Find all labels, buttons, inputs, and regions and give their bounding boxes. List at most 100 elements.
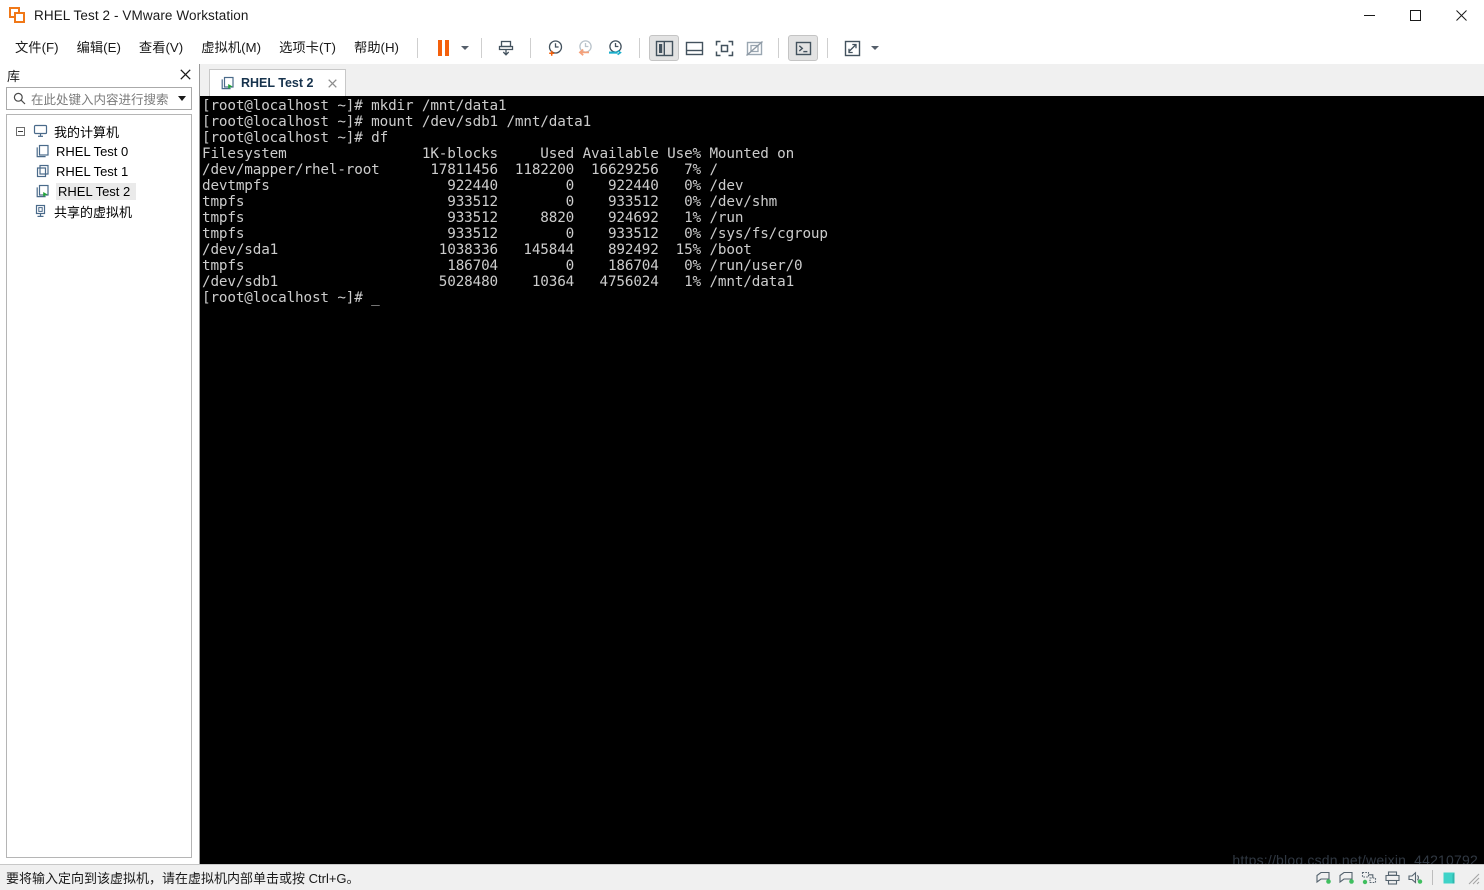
tree-item-label: RHEL Test 1 — [56, 163, 129, 179]
status-sound-card-icon[interactable] — [1407, 870, 1424, 886]
terminal-line: /dev/sda1 1038336 145844 892492 15% /boo… — [202, 242, 752, 258]
close-icon[interactable] — [177, 66, 193, 82]
close-icon[interactable] — [325, 76, 339, 90]
status-network-adapter-icon[interactable] — [1361, 870, 1378, 886]
fit-disabled-icon — [745, 40, 763, 56]
fit-guest-now-button[interactable] — [739, 35, 769, 61]
layout-bottom-icon — [685, 41, 703, 55]
vm-console-screen[interactable]: [root@localhost ~]# mkdir /mnt/data1 [ro… — [200, 96, 1484, 864]
minimize-button[interactable] — [1346, 0, 1392, 31]
vm-stack-icon — [33, 163, 51, 179]
snapshot-manager-icon — [498, 40, 514, 56]
vm-icon — [33, 143, 51, 159]
snapshot-add-icon — [548, 40, 563, 56]
status-bar: 要将输入定向到该虚拟机，请在虚拟机内部单击或按 Ctrl+G。 — [0, 864, 1484, 890]
tree-item-rhel-test-0[interactable]: RHEL Test 0 — [7, 141, 191, 161]
status-hard-disk-1-icon[interactable] — [1315, 870, 1332, 886]
tree-item-my-computer[interactable]: 我的计算机 — [7, 121, 191, 141]
console-icon — [795, 41, 811, 55]
toolbar-separator — [481, 38, 482, 58]
vm-running-icon — [219, 76, 235, 90]
show-thumbnail-bar-button[interactable] — [679, 35, 709, 61]
fit-window-icon — [715, 40, 733, 56]
maximize-button[interactable] — [1392, 0, 1438, 31]
vm-tree: 我的计算机 RHEL Test 0 RHEL Test 1 RHEL Test … — [6, 114, 192, 858]
status-hard-disk-2-icon[interactable] — [1338, 870, 1355, 886]
terminal-line: tmpfs 933512 0 933512 0% /sys/fs/cgroup — [202, 226, 828, 242]
search-icon — [7, 92, 31, 105]
console-view-button[interactable] — [788, 35, 818, 61]
vm-pane: RHEL Test 2 [root@localhost ~]# mkdir /m… — [200, 64, 1484, 864]
library-title: 库 — [7, 68, 21, 84]
toolbar-separator — [530, 38, 531, 58]
tree-expander-icon[interactable] — [16, 126, 25, 136]
shared-vm-icon — [31, 203, 49, 219]
snapshot-settings-icon — [609, 40, 622, 56]
menu-file[interactable]: 文件(F) — [6, 35, 68, 61]
toolbar-separator — [639, 38, 640, 58]
menu-help[interactable]: 帮助(H) — [345, 35, 408, 61]
main-split: 库 在此处键入内容进行搜索 我的计算机 RHEL Test 0 RHEL Tes… — [0, 64, 1484, 864]
terminal-line: /dev/sdb1 5028480 10364 4756024 1% /mnt/… — [202, 274, 795, 290]
library-header: 库 — [0, 64, 199, 86]
resize-grip[interactable] — [1466, 871, 1480, 885]
toolbar-separator — [778, 38, 779, 58]
tab-label: RHEL Test 2 — [241, 76, 314, 90]
pause-icon — [437, 40, 449, 56]
menu-edit[interactable]: 编辑(E) — [68, 35, 130, 61]
terminal-line: [root@localhost ~]# mkdir /mnt/data1 — [202, 98, 507, 114]
menu-view[interactable]: 查看(V) — [130, 35, 192, 61]
terminal-line: devtmpfs 922440 0 922440 0% /dev — [202, 178, 744, 194]
revert-snapshot-button[interactable] — [570, 35, 600, 61]
tree-item-label: 共享的虚拟机 — [54, 204, 133, 220]
window-title: RHEL Test 2 - VMware Workstation — [34, 8, 249, 23]
terminal-line: [root@localhost ~]# df — [202, 130, 389, 146]
title-bar: RHEL Test 2 - VMware Workstation — [0, 0, 1484, 32]
snapshot-revert-icon — [578, 40, 592, 56]
tree-item-rhel-test-1[interactable]: RHEL Test 1 — [7, 161, 191, 181]
terminal-output: [root@localhost ~]# mkdir /mnt/data1 [ro… — [202, 98, 1484, 306]
window-controls — [1346, 0, 1484, 31]
status-display-icon[interactable] — [1441, 870, 1458, 886]
tree-item-shared-vms[interactable]: 共享的虚拟机 — [7, 201, 191, 221]
vmware-logo-icon — [9, 7, 26, 24]
suspend-button[interactable] — [427, 35, 457, 61]
expand-arrows-icon — [844, 40, 860, 56]
terminal-prompt-line: [root@localhost ~]# _ — [202, 290, 380, 306]
status-printer-icon[interactable] — [1384, 870, 1401, 886]
status-separator — [1432, 870, 1433, 885]
show-library-button[interactable] — [649, 35, 679, 61]
fullscreen-dropdown-button[interactable] — [867, 35, 882, 61]
close-button[interactable] — [1438, 0, 1484, 31]
menu-vm[interactable]: 虚拟机(M) — [192, 35, 270, 61]
tab-rhel-test-2[interactable]: RHEL Test 2 — [209, 69, 347, 96]
menu-bar: 文件(F) 编辑(E) 查看(V) 虚拟机(M) 选项卡(T) 帮助(H) — [0, 32, 1484, 64]
terminal-line: tmpfs 186704 0 186704 0% /run/user/0 — [202, 258, 803, 274]
take-snapshot-button[interactable] — [540, 35, 570, 61]
vmware-workstation-window: RHEL Test 2 - VMware Workstation 文件(F) 编… — [0, 0, 1484, 890]
menu-tabs[interactable]: 选项卡(T) — [270, 35, 345, 61]
terminal-line: tmpfs 933512 8820 924692 1% /run — [202, 210, 744, 226]
search-box[interactable]: 在此处键入内容进行搜索 — [6, 87, 192, 110]
status-device-icons — [1315, 865, 1480, 890]
tree-item-label: RHEL Test 2 — [56, 182, 137, 200]
terminal-line: [root@localhost ~]# mount /dev/sdb1 /mnt… — [202, 114, 592, 130]
terminal-line: /dev/mapper/rhel-root 17811456 1182200 1… — [202, 162, 718, 178]
fullscreen-button[interactable] — [837, 35, 867, 61]
chevron-down-icon[interactable] — [173, 96, 191, 101]
tab-strip: RHEL Test 2 — [200, 64, 1484, 96]
tree-item-rhel-test-2[interactable]: RHEL Test 2 — [7, 181, 191, 201]
monitor-icon — [31, 123, 49, 139]
vm-running-icon — [33, 183, 51, 199]
terminal-line: Filesystem 1K-blocks Used Available Use%… — [202, 146, 795, 162]
tree-item-label: 我的计算机 — [54, 124, 120, 140]
layout-sidebar-icon — [655, 40, 673, 56]
fit-guest-button[interactable] — [709, 35, 739, 61]
terminal-line: tmpfs 933512 0 933512 0% /dev/shm — [202, 194, 778, 210]
library-panel: 库 在此处键入内容进行搜索 我的计算机 RHEL Test 0 RHEL Tes… — [0, 64, 199, 864]
power-dropdown-button[interactable] — [457, 35, 472, 61]
snapshot-manager-button[interactable] — [600, 35, 630, 61]
search-input[interactable]: 在此处键入内容进行搜索 — [31, 89, 173, 108]
manage-snapshots-button[interactable] — [491, 35, 521, 61]
tree-item-label: RHEL Test 0 — [56, 143, 129, 159]
